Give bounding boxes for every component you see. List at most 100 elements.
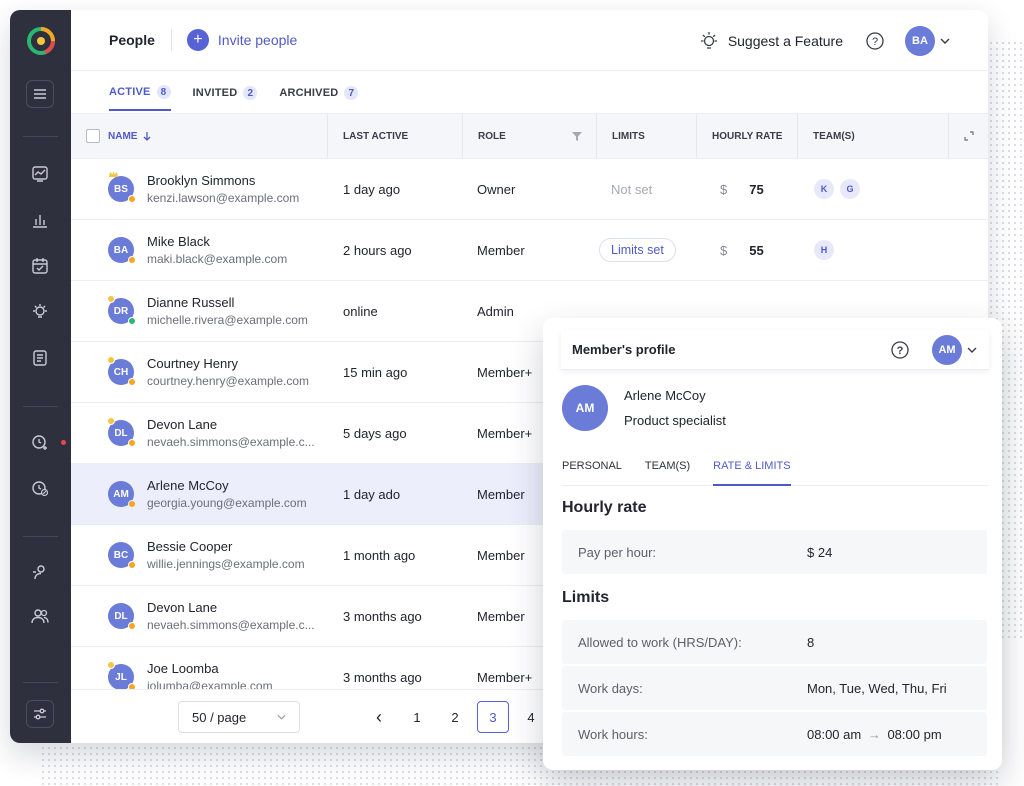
column-last-active[interactable]: LAST ACTIVE bbox=[327, 114, 462, 158]
avatar-initials: BA bbox=[113, 244, 129, 256]
table-row[interactable]: BA Mike Black maki.black@example.com 2 ho… bbox=[71, 220, 988, 281]
member-email: nevaeh.simmons@example.c... bbox=[147, 434, 315, 449]
member-name[interactable]: Dianne Russell bbox=[147, 294, 308, 312]
role-cell[interactable]: Member+ bbox=[477, 403, 532, 463]
work-hours-value[interactable]: 08:00 am → 08:00 pm bbox=[807, 727, 942, 742]
field-value[interactable]: $ 24 bbox=[807, 545, 832, 560]
menu-icon bbox=[34, 89, 46, 99]
hourly-rate-heading: Hourly rate bbox=[562, 499, 647, 516]
last-active-cell: online bbox=[343, 303, 378, 319]
member-name[interactable]: Devon Lane bbox=[147, 599, 315, 617]
column-hourly-rate[interactable]: HOURLY RATE bbox=[696, 114, 797, 158]
menu-button[interactable] bbox=[26, 80, 54, 108]
invite-people-button[interactable]: + Invite people bbox=[186, 29, 298, 51]
role-cell[interactable]: Owner bbox=[477, 159, 515, 219]
column-header-label: NAME bbox=[108, 130, 138, 142]
user-menu[interactable]: BA bbox=[905, 25, 950, 56]
settings-button[interactable] bbox=[26, 700, 54, 728]
role-cell[interactable]: Admin bbox=[477, 281, 514, 341]
panel-title: Member's profile bbox=[572, 342, 676, 357]
role-cell[interactable]: Member bbox=[477, 586, 525, 646]
page-button[interactable]: 1 bbox=[401, 701, 433, 733]
help-icon[interactable]: ? bbox=[865, 31, 885, 51]
logo-icon[interactable] bbox=[26, 26, 56, 56]
sidebar-item-reports[interactable] bbox=[26, 206, 54, 234]
top-bar-actions: Suggest a Feature ? BA bbox=[699, 10, 950, 71]
sidebar-item-documents[interactable] bbox=[26, 344, 54, 372]
tab-personal[interactable]: PERSONAL bbox=[562, 459, 622, 486]
sidebar-divider bbox=[23, 682, 58, 683]
filter-icon[interactable] bbox=[572, 131, 582, 141]
status-dot bbox=[128, 378, 136, 386]
current-page-button[interactable]: 3 bbox=[477, 701, 509, 733]
avatar: CH bbox=[107, 356, 136, 386]
role-cell[interactable]: Member+ bbox=[477, 342, 532, 402]
team-badge[interactable]: K bbox=[814, 179, 834, 199]
per-page-select[interactable]: 50 / page bbox=[178, 701, 300, 733]
expand-table-button[interactable] bbox=[948, 114, 988, 158]
panel-user-menu[interactable]: AM bbox=[932, 335, 977, 365]
sidebar-item-teams[interactable] bbox=[26, 602, 54, 630]
column-role[interactable]: ROLE bbox=[462, 114, 596, 158]
avatar-initials: AM bbox=[113, 488, 129, 500]
avatar-initials: CH bbox=[113, 366, 129, 378]
calendar-icon bbox=[32, 258, 48, 274]
team-badge[interactable]: H bbox=[814, 240, 834, 260]
avatar: AM bbox=[932, 335, 962, 365]
limits-set-badge[interactable]: Limits set bbox=[599, 238, 676, 262]
tab-active[interactable]: ACTIVE 8 bbox=[109, 85, 171, 111]
column-name[interactable]: NAME bbox=[71, 114, 327, 158]
member-email: maki.black@example.com bbox=[147, 251, 288, 266]
limits-cell[interactable]: Not set bbox=[611, 159, 652, 219]
column-limits[interactable]: LIMITS bbox=[596, 114, 696, 158]
member-email: nevaeh.simmons@example.c... bbox=[147, 617, 315, 632]
plus-icon: + bbox=[186, 29, 209, 51]
member-name[interactable]: Bessie Cooper bbox=[147, 538, 305, 556]
column-teams[interactable]: TEAM(S) bbox=[797, 114, 948, 158]
sidebar-item-calendar[interactable] bbox=[26, 252, 54, 280]
team-badge[interactable]: G bbox=[840, 179, 860, 199]
invite-people-label: Invite people bbox=[217, 32, 298, 48]
role-cell[interactable]: Member bbox=[477, 464, 525, 524]
member-email: georgia.young@example.com bbox=[147, 495, 307, 510]
member-name[interactable]: Arlene McCoy bbox=[147, 477, 307, 495]
rate-value: 55 bbox=[749, 242, 764, 258]
field-value[interactable]: 8 bbox=[807, 635, 814, 650]
sidebar-item-time-requests[interactable] bbox=[26, 428, 54, 456]
tab-teams[interactable]: TEAM(S) bbox=[645, 459, 690, 486]
field-value[interactable]: Mon, Tue, Wed, Thu, Fri bbox=[807, 681, 947, 696]
sidebar-item-people[interactable] bbox=[26, 558, 54, 586]
member-name[interactable]: Mike Black bbox=[147, 233, 287, 251]
table-row[interactable]: BS Brooklyn Simmons kenzi.lawson@example.… bbox=[71, 159, 988, 220]
member-name[interactable]: Joe Loomba bbox=[147, 660, 273, 678]
member-avatar: AM bbox=[562, 385, 608, 431]
role-cell[interactable]: Member bbox=[477, 525, 525, 585]
member-name[interactable]: Courtney Henry bbox=[147, 355, 309, 373]
tab-invited[interactable]: INVITED 2 bbox=[193, 85, 258, 111]
help-icon[interactable]: ? bbox=[890, 340, 910, 360]
tab-archived[interactable]: ARCHIVED 7 bbox=[279, 85, 359, 111]
member-name[interactable]: Brooklyn Simmons bbox=[147, 172, 299, 190]
sidebar-item-time-off[interactable] bbox=[26, 474, 54, 502]
chevron-down-icon bbox=[940, 38, 950, 44]
page-button[interactable]: 2 bbox=[439, 701, 471, 733]
role-cell[interactable]: Member bbox=[477, 220, 525, 280]
chevron-down-icon bbox=[277, 714, 286, 720]
limits-cell: Limits set bbox=[599, 220, 676, 280]
member-email: michelle.rivera@example.com bbox=[147, 312, 308, 327]
sidebar-divider bbox=[23, 536, 58, 537]
bulb-icon bbox=[700, 31, 717, 49]
member-name[interactable]: Devon Lane bbox=[147, 416, 315, 434]
tab-rate-limits[interactable]: RATE & LIMITS bbox=[713, 459, 791, 486]
select-all-checkbox[interactable] bbox=[86, 129, 100, 143]
currency-symbol: $ bbox=[720, 242, 728, 258]
previous-page-button[interactable]: ‹ bbox=[363, 701, 395, 733]
expand-icon bbox=[963, 131, 974, 141]
column-header-label: TEAM(S) bbox=[813, 130, 855, 142]
avatar-initials: BC bbox=[113, 549, 129, 561]
name-cell: CH Courtney Henry courtney.henry@example.… bbox=[107, 342, 309, 402]
sidebar-item-ideas[interactable] bbox=[26, 298, 54, 326]
sidebar-item-dashboard[interactable] bbox=[26, 160, 54, 188]
suggest-feature-button[interactable]: Suggest a Feature bbox=[699, 31, 843, 51]
sidebar-divider bbox=[23, 406, 58, 407]
